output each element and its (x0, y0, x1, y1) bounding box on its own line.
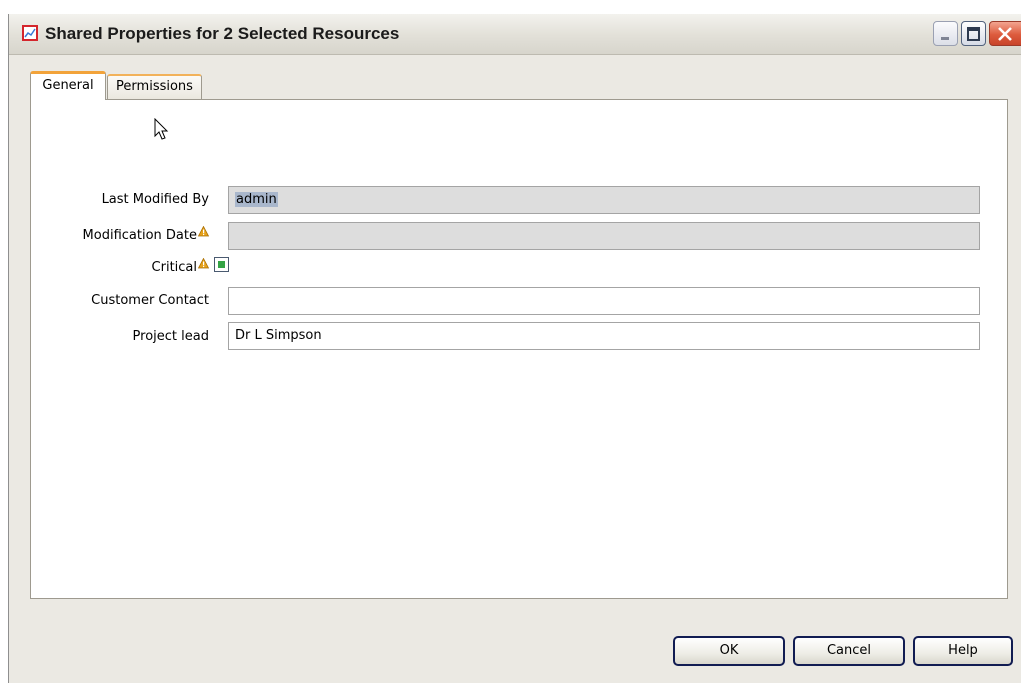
last-modified-by-label: Last Modified By (101, 192, 209, 207)
mouse-cursor-icon (154, 118, 169, 140)
critical-checkbox[interactable] (214, 257, 229, 272)
critical-label: Critical (9, 258, 209, 275)
window-title: Shared Properties for 2 Selected Resourc… (45, 24, 400, 43)
customer-contact-label: Customer Contact (91, 293, 209, 308)
ok-button[interactable]: OK (673, 636, 785, 666)
tab-permissions-label: Permissions (116, 79, 193, 94)
modification-date-field[interactable] (228, 222, 980, 250)
close-icon (998, 27, 1012, 41)
close-button[interactable] (989, 21, 1021, 46)
project-lead-value: Dr L Simpson (235, 328, 322, 343)
chart-window-icon (22, 25, 38, 41)
tab-general-label: General (42, 78, 94, 93)
project-lead-label: Project lead (132, 329, 209, 344)
warning-icon (198, 258, 209, 269)
warning-icon (198, 226, 209, 237)
last-modified-by-field[interactable]: admin (228, 186, 980, 214)
tab-permissions[interactable]: Permissions (107, 74, 202, 99)
cancel-button[interactable]: Cancel (793, 636, 905, 666)
project-lead-field[interactable]: Dr L Simpson (228, 322, 980, 350)
customer-contact-field[interactable] (228, 287, 980, 315)
help-button[interactable]: Help (913, 636, 1013, 666)
modification-date-label-text: Modification Date (82, 228, 197, 243)
last-modified-by-value: admin (235, 192, 278, 207)
title-bar[interactable]: Shared Properties for 2 Selected Resourc… (9, 14, 1021, 55)
critical-label-text: Critical (151, 260, 197, 275)
general-tab-panel: Last Modified By admin Modification Date… (30, 99, 1008, 599)
dialog-window: Shared Properties for 2 Selected Resourc… (8, 14, 1021, 683)
maximize-button[interactable] (961, 21, 986, 46)
modification-date-label: Modification Date (9, 226, 209, 243)
minimize-button[interactable] (933, 21, 958, 46)
tab-general[interactable]: General (30, 71, 106, 100)
